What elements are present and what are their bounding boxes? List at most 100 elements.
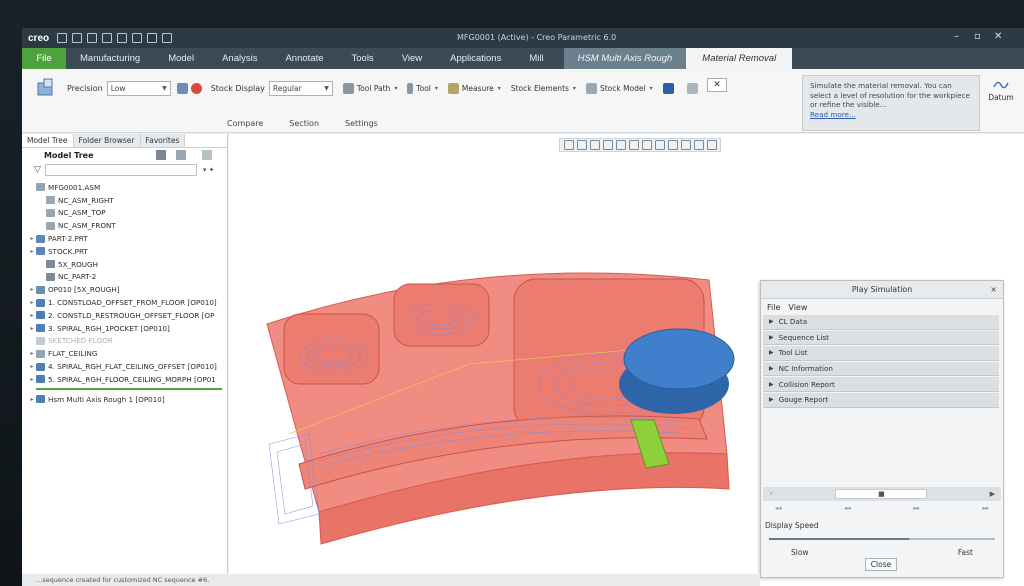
tab-model-tree[interactable]: Model Tree: [22, 134, 74, 147]
tree-item[interactable]: ▸ OP010 [5X_ROUGH]: [22, 283, 227, 296]
undo-icon[interactable]: [102, 33, 113, 43]
step-back-icon[interactable]: ◂◂: [844, 504, 851, 512]
tab-settings[interactable]: Settings: [345, 119, 378, 128]
tab-hsm-multi-axis-rough[interactable]: HSM Multi Axis Rough: [563, 48, 687, 69]
tree-item[interactable]: ▸ 3. SPIRAL_RGH_1POCKET [OP010]: [22, 322, 227, 335]
app-window: creo MFG0001 (Active) - Creo Parametric …: [22, 28, 1024, 586]
tab-view[interactable]: View: [388, 48, 436, 69]
tab-favorites[interactable]: Favorites: [140, 134, 186, 147]
tab-mill[interactable]: Mill: [515, 48, 557, 69]
save-icon[interactable]: [87, 33, 98, 43]
refresh-display-icon[interactable]: [176, 82, 188, 94]
tab-file[interactable]: File: [22, 48, 66, 69]
tab-manufacturing[interactable]: Manufacturing: [66, 48, 154, 69]
tree-columns-icon[interactable]: [176, 150, 186, 160]
tree-item[interactable]: 5X_ROUGH: [22, 258, 227, 271]
open-file-icon[interactable]: [72, 33, 83, 43]
close-icon[interactable]: ×: [990, 281, 997, 299]
tree-item[interactable]: NC_ASM_RIGHT: [22, 194, 227, 207]
tab-material-removal[interactable]: Material Removal: [686, 48, 793, 69]
new-file-icon[interactable]: [57, 33, 68, 43]
tree-item[interactable]: ▸ 4. SPIRAL_RGH_FLAT_CEILING_OFFSET [OP01…: [22, 360, 227, 373]
expand-arrow-icon[interactable]: ▸: [28, 350, 36, 357]
expand-arrow-icon[interactable]: ▸: [28, 299, 36, 306]
close-ribbon-button[interactable]: ✕: [707, 78, 727, 92]
stop-button[interactable]: ■: [835, 488, 928, 499]
tree-item[interactable]: SKETCHED FLOOR: [22, 335, 227, 348]
close-button[interactable]: Close: [865, 558, 897, 571]
tree-item[interactable]: ▸ 5. SPIRAL_RGH_FLOOR_CEILING_MORPH [OP01: [22, 373, 227, 386]
tab-analysis[interactable]: Analysis: [208, 48, 271, 69]
tree-item[interactable]: ▸ 2. CONSTLD_RESTROUGH_OFFSET_FLOOR [OP: [22, 309, 227, 322]
step-forward-icon[interactable]: ▸▸: [913, 504, 920, 512]
tab-section[interactable]: Section: [289, 119, 319, 128]
redo-icon[interactable]: [117, 33, 128, 43]
tab-annotate[interactable]: Annotate: [271, 48, 337, 69]
tree-item[interactable]: ▸ Hsm Multi Axis Rough 1 [OP010]: [22, 393, 227, 406]
stock-display-dropdown[interactable]: Regular ▼: [268, 80, 333, 96]
menu-view[interactable]: View: [788, 303, 807, 312]
tree-item[interactable]: NC_ASM_TOP: [22, 207, 227, 220]
windows-icon[interactable]: [147, 33, 158, 43]
tree-item[interactable]: ▸ STOCK.PRT: [22, 245, 227, 258]
expand-arrow-icon[interactable]: ▸: [28, 396, 36, 403]
show-icon[interactable]: [202, 150, 212, 160]
tool-path-icon: [342, 82, 354, 94]
tree-item[interactable]: ▸ PART-2.PRT: [22, 232, 227, 245]
tab-folder-browser[interactable]: Folder Browser: [73, 134, 141, 147]
simulation-section[interactable]: ▶ Sequence List: [763, 330, 999, 346]
tab-compare[interactable]: Compare: [227, 119, 263, 128]
search-dropdown-icon[interactable]: ▾ ✦: [203, 166, 215, 174]
stop-icon[interactable]: [190, 82, 202, 94]
dialog-title: Play Simulation: [851, 285, 913, 294]
measure-button[interactable]: Measure ▾: [447, 82, 501, 94]
simulation-section[interactable]: ▶ Collision Report: [763, 377, 999, 392]
tree-search-input[interactable]: [44, 164, 197, 176]
tree-settings-icon[interactable]: [156, 150, 166, 160]
tree-node-icon: [36, 362, 45, 371]
menu-file[interactable]: File: [767, 303, 780, 312]
play-icon[interactable]: ▶: [990, 490, 995, 498]
simulation-section[interactable]: ▶ Tool List: [763, 346, 999, 361]
expand-arrow-icon[interactable]: ▸: [28, 363, 36, 370]
rewind-icon[interactable]: ◦: [769, 490, 773, 498]
tab-applications[interactable]: Applications: [436, 48, 515, 69]
display-speed-slider[interactable]: [769, 537, 995, 540]
close-window-icon[interactable]: [162, 33, 173, 43]
copy-icon[interactable]: [686, 82, 698, 94]
tree-item[interactable]: ▸ FLAT_CEILING: [22, 347, 227, 360]
dialog-menu-bar: File View: [761, 299, 1003, 315]
tree-item[interactable]: NC_ASM_FRONT: [22, 219, 227, 232]
expand-arrow-icon[interactable]: ▸: [28, 235, 36, 242]
expand-arrow-icon[interactable]: ▸: [28, 376, 36, 383]
regenerate-icon[interactable]: [132, 33, 143, 43]
tab-model[interactable]: Model: [154, 48, 208, 69]
maximize-button[interactable]: ▫: [974, 31, 981, 42]
tree-item[interactable]: NC_PART-2: [22, 271, 227, 284]
tree-item[interactable]: ▸ 1. CONSTLOAD_OFFSET_FROM_FLOOR [OP010]: [22, 296, 227, 309]
expand-arrow-icon[interactable]: ▸: [28, 248, 36, 255]
simulation-section[interactable]: ▶ Gouge Report: [763, 392, 999, 408]
expand-arrow-icon[interactable]: ▸: [28, 312, 36, 319]
minimize-button[interactable]: –: [954, 31, 959, 42]
graphics-area[interactable]: Play Simulation × File View ▶ CL Data ▶ Seq…: [229, 134, 1024, 586]
simulation-section[interactable]: ▶ CL Data: [763, 315, 999, 330]
tree-item-label: NC_ASM_RIGHT: [58, 195, 114, 205]
read-more-link[interactable]: Read more...: [810, 110, 856, 119]
tool-path-button[interactable]: Tool Path ▾: [342, 82, 397, 94]
tree-item[interactable]: MFG0001.ASM: [22, 181, 227, 194]
expand-triangle-icon: ▶: [769, 380, 774, 388]
tab-tools[interactable]: Tools: [338, 48, 388, 69]
tool-button[interactable]: Tool ▾: [407, 82, 438, 94]
expand-arrow-icon[interactable]: ▸: [28, 325, 36, 332]
close-app-button[interactable]: ✕: [994, 31, 1002, 42]
stock-model-button[interactable]: Stock Model ▾: [585, 82, 653, 94]
step-end-icon[interactable]: ▸▸: [982, 504, 989, 512]
stock-elements-button[interactable]: Stock Elements ▾: [511, 84, 576, 93]
datum-button[interactable]: Datum: [984, 79, 1018, 102]
step-start-icon[interactable]: ◂◂: [775, 504, 782, 512]
expand-arrow-icon[interactable]: ▸: [28, 286, 36, 293]
precision-dropdown[interactable]: Low ▼: [106, 80, 171, 96]
info-icon[interactable]: [662, 82, 674, 94]
simulation-section[interactable]: ▶ NC Information: [763, 361, 999, 377]
